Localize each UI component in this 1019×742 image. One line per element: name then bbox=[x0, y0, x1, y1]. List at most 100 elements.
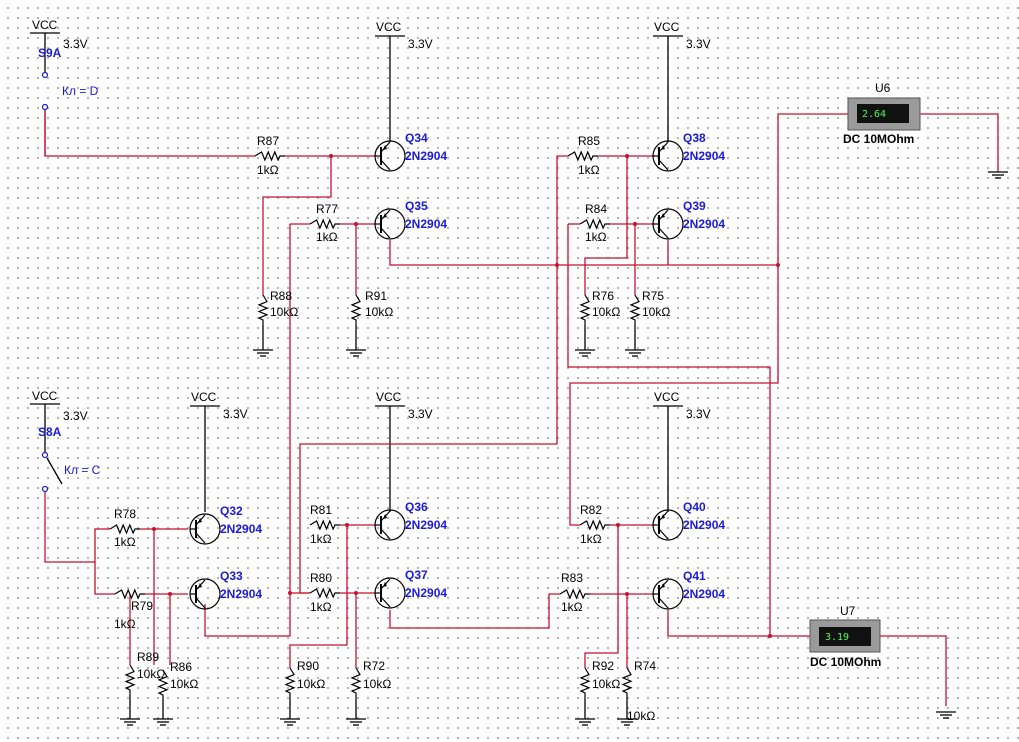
resistor-value: 10kΩ bbox=[270, 305, 298, 319]
transistor-ref: Q32 bbox=[220, 504, 243, 518]
transistor-model: 2N2904 bbox=[683, 149, 725, 163]
vcc-label: VCC bbox=[191, 390, 217, 404]
resistor-value: 1kΩ bbox=[257, 163, 279, 177]
resistor-r91[interactable]: R91 10kΩ bbox=[350, 289, 393, 325]
resistor-value: 1kΩ bbox=[310, 532, 332, 546]
resistor-value: 10kΩ bbox=[627, 709, 655, 723]
transistor-model: 2N2904 bbox=[405, 149, 447, 163]
vcc-value: 3.3V bbox=[686, 407, 711, 421]
voltmeter-ref: U7 bbox=[840, 604, 856, 618]
switch-ref: S8A bbox=[38, 425, 62, 439]
resistor-r83[interactable]: R83 1kΩ bbox=[559, 571, 590, 614]
resistor-r76[interactable]: R76 10kΩ bbox=[579, 289, 620, 325]
vcc-value: 3.3V bbox=[408, 407, 433, 421]
transistor-model: 2N2904 bbox=[683, 587, 725, 601]
transistor-q40[interactable]: Q40 2N2904 bbox=[652, 500, 725, 541]
resistor-r88[interactable]: R88 10kΩ bbox=[257, 289, 298, 325]
voltmeter-mode: DC 10MOhm bbox=[810, 655, 881, 669]
voltmeter-mode: DC 10MOhm bbox=[843, 132, 914, 146]
resistor-ref: R80 bbox=[310, 571, 332, 585]
resistor-ref: R79 bbox=[131, 599, 153, 613]
resistor-r81[interactable]: R81 1kΩ bbox=[309, 503, 340, 546]
resistor-value: 10kΩ bbox=[642, 305, 670, 319]
resistor-value: 1kΩ bbox=[561, 600, 583, 614]
vcc-value: 3.3V bbox=[63, 37, 88, 51]
schematic-canvas[interactable]: VCC 3.3V VCC 3.3V VCC 3.3V VCC 3.3V VCC … bbox=[0, 0, 1019, 742]
resistor-r85[interactable]: R85 1kΩ bbox=[567, 134, 600, 177]
transistor-q36[interactable]: Q36 2N2904 bbox=[374, 500, 447, 541]
transistor-model: 2N2904 bbox=[683, 518, 725, 532]
vcc-supply-q40[interactable]: VCC 3.3V bbox=[653, 390, 711, 512]
transistor-model: 2N2904 bbox=[220, 522, 262, 536]
switch-s9a[interactable]: S9A Кл = D bbox=[38, 42, 99, 156]
transistor-model: 2N2904 bbox=[683, 217, 725, 231]
vcc-label: VCC bbox=[376, 20, 402, 34]
resistor-value: 10kΩ bbox=[365, 305, 393, 319]
resistor-r89[interactable]: R8910kΩ bbox=[124, 650, 165, 695]
resistor-value: 1kΩ bbox=[310, 600, 332, 614]
transistor-q35[interactable]: Q35 2N2904 bbox=[374, 199, 447, 240]
resistor-ref: R83 bbox=[561, 571, 583, 585]
resistor-r80[interactable]: R80 1kΩ bbox=[309, 571, 340, 614]
resistor-r79[interactable]: R791kΩ bbox=[114, 588, 153, 631]
vcc-label: VCC bbox=[654, 390, 680, 404]
switch-key: Кл = C bbox=[64, 463, 101, 477]
resistor-r82[interactable]: R82 1kΩ bbox=[579, 503, 610, 546]
resistor-ref: R74 bbox=[634, 659, 656, 673]
resistor-ref: R78 bbox=[114, 507, 136, 521]
resistor-ref: R91 bbox=[365, 289, 387, 303]
transistor-q39[interactable]: Q39 2N2904 bbox=[652, 199, 725, 240]
resistor-r72[interactable]: R72 10kΩ bbox=[350, 659, 391, 698]
transistor-ref: Q35 bbox=[405, 199, 428, 213]
vcc-value: 3.3V bbox=[686, 37, 711, 51]
resistor-r84[interactable]: R84 1kΩ bbox=[579, 202, 610, 244]
transistor-ref: Q33 bbox=[220, 569, 243, 583]
voltmeter-u7[interactable]: 3.19 U7 DC 10MOhm bbox=[809, 604, 881, 669]
resistor-value: 1kΩ bbox=[316, 230, 338, 244]
circuit-diagram[interactable]: VCC 3.3V VCC 3.3V VCC 3.3V VCC 3.3V VCC … bbox=[0, 0, 1019, 742]
resistor-r78[interactable]: R78 1kΩ bbox=[109, 507, 140, 549]
resistor-value: 10kΩ bbox=[592, 677, 620, 691]
vcc-supply-q34[interactable]: VCC 3.3V bbox=[375, 20, 433, 142]
voltmeter-u6[interactable]: 2.64 U6 DC 10MOhm bbox=[843, 81, 921, 146]
resistor-ref: R72 bbox=[363, 659, 385, 673]
resistor-value: 10kΩ bbox=[592, 305, 620, 319]
resistor-value: 1kΩ bbox=[580, 532, 602, 546]
resistor-ref: R88 bbox=[270, 289, 292, 303]
vcc-supply-q36[interactable]: VCC 3.3V bbox=[375, 390, 433, 512]
transistor-ref: Q41 bbox=[683, 569, 706, 583]
transistor-q41[interactable]: Q41 2N2904 bbox=[652, 569, 725, 610]
resistor-ref: R87 bbox=[257, 134, 279, 148]
resistor-r87[interactable]: R87 1kΩ bbox=[254, 134, 285, 177]
transistor-q33[interactable]: Q33 2N2904 bbox=[189, 569, 262, 610]
transistor-ref: Q37 bbox=[405, 568, 428, 582]
resistor-r77[interactable]: R77 1kΩ bbox=[309, 202, 340, 244]
resistor-ref: R77 bbox=[316, 202, 338, 216]
resistor-ref: R90 bbox=[297, 659, 319, 673]
vcc-label: VCC bbox=[654, 20, 680, 34]
vcc-value: 3.3V bbox=[63, 409, 88, 423]
transistor-q32[interactable]: Q32 2N2904 bbox=[189, 504, 262, 545]
transistor-q38[interactable]: Q38 2N2904 bbox=[652, 131, 725, 172]
vcc-supply-q38[interactable]: VCC 3.3V bbox=[653, 20, 711, 142]
vcc-supply-sw8[interactable]: VCC 3.3V bbox=[30, 389, 88, 423]
transistor-ref: Q40 bbox=[683, 500, 706, 514]
resistor-ref: R81 bbox=[310, 503, 332, 517]
resistor-r75[interactable]: R75 10kΩ bbox=[629, 289, 670, 325]
transistor-ref: Q39 bbox=[683, 199, 706, 213]
vcc-value: 3.3V bbox=[408, 37, 433, 51]
transistor-q34[interactable]: Q34 2N2904 bbox=[374, 131, 447, 172]
resistor-value: 1kΩ bbox=[578, 163, 600, 177]
vcc-label: VCC bbox=[376, 390, 402, 404]
transistor-ref: Q36 bbox=[405, 500, 428, 514]
resistor-value: 10kΩ bbox=[297, 677, 325, 691]
resistor-r92[interactable]: R92 10kΩ bbox=[579, 659, 620, 698]
resistor-r74[interactable]: R74 10kΩ bbox=[621, 659, 656, 723]
vcc-label: VCC bbox=[32, 18, 58, 32]
transistor-q37[interactable]: Q37 2N2904 bbox=[374, 568, 447, 609]
switch-s8a[interactable]: S8A Кл = C bbox=[38, 420, 101, 493]
vcc-supply-q32[interactable]: VCC 3.3V bbox=[190, 390, 248, 512]
resistor-r90[interactable]: R90 10kΩ bbox=[284, 659, 325, 698]
resistor-ref: R76 bbox=[592, 289, 614, 303]
resistor-ref: R86 bbox=[170, 660, 192, 674]
